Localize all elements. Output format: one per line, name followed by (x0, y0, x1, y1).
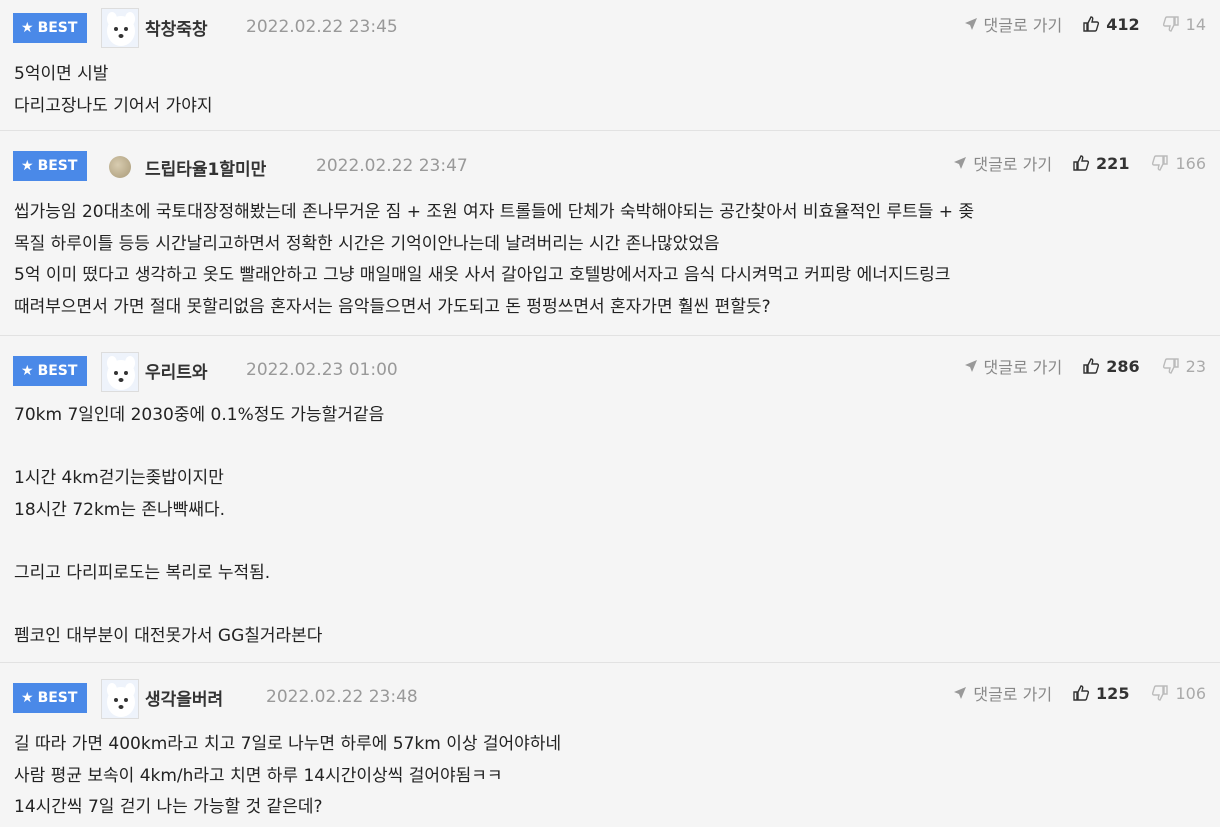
star-icon: ★ (21, 363, 34, 379)
comment-author[interactable]: 우리트와 (145, 358, 208, 383)
thumbs-down-icon (1152, 155, 1169, 171)
comment-line: 1시간 4km걷기는좆밥이지만 (14, 468, 224, 488)
comment-line: 때려부으면서 가면 절대 못할리없음 혼자서는 음악들으면서 가도되고 돈 펑펑… (14, 296, 771, 317)
comment-actions: 댓글로 가기 221 166 (953, 151, 1206, 175)
comment-body: 길 따라 가면 400km라고 치고 7일로 나누면 하루에 57km 이상 걸… (14, 725, 561, 824)
comment-line: 5억 이미 떴다고 생각하고 옷도 빨래안하고 그냥 매일매일 새옷 사서 갈아… (14, 265, 951, 285)
star-icon: ★ (21, 20, 34, 36)
comment-date: 2022.02.22 23:47 (316, 156, 468, 176)
upvote-button[interactable]: 412 (1082, 15, 1140, 34)
downvote-button[interactable]: 166 (1151, 154, 1206, 173)
arrow-icon (954, 157, 967, 169)
thumbs-up-icon (1083, 16, 1100, 32)
comment-item: ★ BEST 착창죽창 2022.02.22 23:45 댓글로 가기 412 1… (0, 0, 1220, 131)
reply-link[interactable]: 댓글로 가기 (964, 354, 1062, 378)
arrow-icon (964, 360, 977, 372)
comment-line: 목질 하루이틀 등등 시간날리고하면서 정확한 시간은 기억이안나는데 날려버리… (14, 233, 720, 254)
comment-line: 다리고장나도 기어서 가야지 (14, 95, 213, 116)
upvote-button[interactable]: 286 (1082, 357, 1140, 376)
avatar[interactable] (101, 679, 139, 719)
comment-body: 5억이면 시발 다리고장나도 기어서 가야지 (14, 55, 213, 122)
comment-line: 그리고 다리피로도는 복리로 누적됨. (14, 562, 271, 583)
thumbs-down-icon (1162, 358, 1179, 374)
comment-author[interactable]: 착창죽창 (145, 15, 208, 40)
comment-line: 씹가능임 20대초에 국토대장정해봤는데 존나무거운 짐 + 조원 여자 트롤들… (14, 202, 975, 222)
avatar[interactable] (101, 352, 139, 392)
comment-line: 18시간 72km는 존나빡쌔다. (14, 499, 225, 520)
comment-actions: 댓글로 가기 412 14 (964, 12, 1206, 36)
comment-line: ​ (14, 526, 384, 558)
downvote-button[interactable]: 23 (1162, 357, 1206, 376)
best-badge: ★ BEST (13, 13, 87, 43)
comment-item: ★ BEST 드립타율1할미만 2022.02.22 23:47 댓글로 가기 2… (0, 131, 1220, 336)
thumbs-up-icon (1073, 155, 1090, 171)
comment-line: 70km 7일인데 2030중에 0.1%정도 가능할거같음 (14, 405, 385, 425)
comment-author[interactable]: 드립타율1할미만 (145, 155, 266, 180)
reply-link[interactable]: 댓글로 가기 (964, 12, 1062, 36)
star-icon: ★ (21, 158, 34, 174)
upvote-button[interactable]: 221 (1072, 154, 1129, 173)
comment-date: 2022.02.22 23:45 (246, 17, 398, 37)
arrow-icon (964, 18, 977, 30)
thumbs-down-icon (1162, 16, 1179, 32)
comment-date: 2022.02.22 23:48 (266, 687, 418, 707)
comment-item: ★ BEST 생각을버려 2022.02.22 23:48 댓글로 가기 125 … (0, 663, 1220, 827)
thumbs-down-icon (1152, 685, 1169, 701)
thumbs-up-icon (1083, 358, 1100, 374)
reply-link[interactable]: 댓글로 가기 (953, 151, 1052, 175)
comment-line: 사람 평균 보속이 4km/h라고 치면 하루 14시간이상씩 걸어야됨ㅋㅋ (14, 765, 503, 786)
upvote-button[interactable]: 125 (1072, 684, 1129, 703)
comment-author[interactable]: 생각을버려 (145, 685, 223, 710)
comment-line: 펨코인 대부분이 대전못가서 GG칠거라본다 (14, 625, 323, 646)
comment-line: ​ (14, 589, 384, 621)
downvote-button[interactable]: 106 (1151, 684, 1206, 703)
avatar[interactable] (109, 156, 131, 178)
star-icon: ★ (21, 690, 34, 706)
best-badge: ★ BEST (13, 151, 87, 181)
best-badge: ★ BEST (13, 356, 87, 386)
comment-line: 길 따라 가면 400km라고 치고 7일로 나누면 하루에 57km 이상 걸… (14, 734, 562, 754)
comment-body: 씹가능임 20대초에 국토대장정해봤는데 존나무거운 짐 + 조원 여자 트롤들… (14, 193, 1214, 323)
downvote-button[interactable]: 14 (1162, 15, 1206, 34)
comment-date: 2022.02.23 01:00 (246, 360, 398, 380)
comment-item: ★ BEST 우리트와 2022.02.23 01:00 댓글로 가기 286 2… (0, 336, 1220, 663)
best-badge: ★ BEST (13, 683, 87, 713)
comment-line: 5억이면 시발 (14, 64, 109, 84)
comment-actions: 댓글로 가기 286 23 (964, 354, 1206, 378)
reply-link[interactable]: 댓글로 가기 (953, 681, 1052, 705)
arrow-icon (954, 687, 967, 699)
comment-line: 14시간씩 7일 걷기 나는 가능할 것 같은데? (14, 797, 323, 817)
comment-actions: 댓글로 가기 125 106 (953, 681, 1206, 705)
comment-body: 70km 7일인데 2030중에 0.1%정도 가능할거같음 ​ 1시간 4km… (14, 396, 384, 652)
thumbs-up-icon (1073, 685, 1090, 701)
avatar[interactable] (101, 8, 139, 48)
comment-line: ​ (14, 432, 384, 464)
